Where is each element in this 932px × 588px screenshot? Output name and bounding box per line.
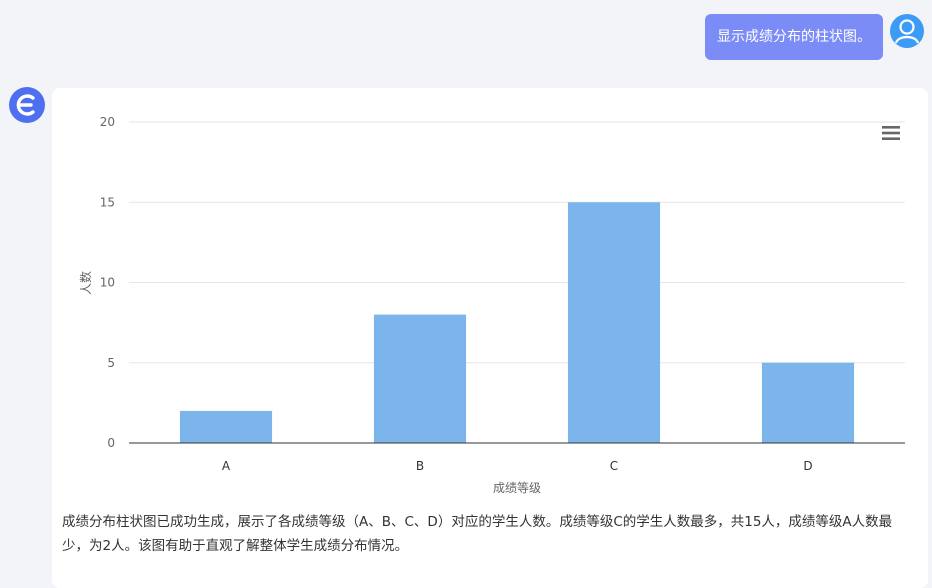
x-axis-ticks: A B C D bbox=[222, 459, 813, 473]
y-tick-label: 10 bbox=[100, 276, 115, 290]
bar-d[interactable] bbox=[761, 362, 855, 443]
bar-a[interactable] bbox=[179, 410, 273, 443]
y-axis-ticks: 0 5 10 15 20 bbox=[100, 115, 115, 450]
y-tick-label: 15 bbox=[100, 195, 115, 209]
grade-distribution-bar-chart: 0 5 10 15 20 A B C D 成绩等级 人数 bbox=[78, 115, 905, 495]
bot-response-card: 0 5 10 15 20 A B C D 成绩等级 人数 成绩分布柱状图已成功生成，展示了各成… bbox=[52, 88, 928, 588]
y-tick-label: 20 bbox=[100, 115, 115, 129]
hamburger-menu-icon bbox=[882, 126, 900, 140]
bar-b[interactable] bbox=[373, 314, 467, 443]
bar-c[interactable] bbox=[567, 202, 661, 443]
x-tick-label: A bbox=[222, 459, 231, 473]
user-message-bubble: 显示成绩分布的柱状图。 bbox=[705, 14, 883, 60]
epsilon-logo-icon bbox=[9, 87, 45, 123]
chart-bars bbox=[179, 202, 855, 443]
user-message-text: 显示成绩分布的柱状图。 bbox=[717, 29, 871, 45]
x-tick-label: D bbox=[803, 459, 812, 473]
x-tick-label: C bbox=[610, 459, 618, 473]
x-axis-title: 成绩等级 bbox=[493, 481, 541, 495]
user-avatar-icon[interactable] bbox=[890, 14, 924, 48]
chart-menu-button[interactable] bbox=[880, 124, 902, 142]
chart-grid bbox=[129, 121, 905, 364]
y-tick-label: 0 bbox=[107, 436, 115, 450]
response-summary-text: 成绩分布柱状图已成功生成，展示了各成绩等级（A、B、C、D）对应的学生人数。成绩… bbox=[62, 514, 893, 554]
y-tick-label: 5 bbox=[107, 356, 115, 370]
y-axis-title: 人数 bbox=[78, 271, 93, 295]
x-tick-label: B bbox=[416, 459, 424, 473]
